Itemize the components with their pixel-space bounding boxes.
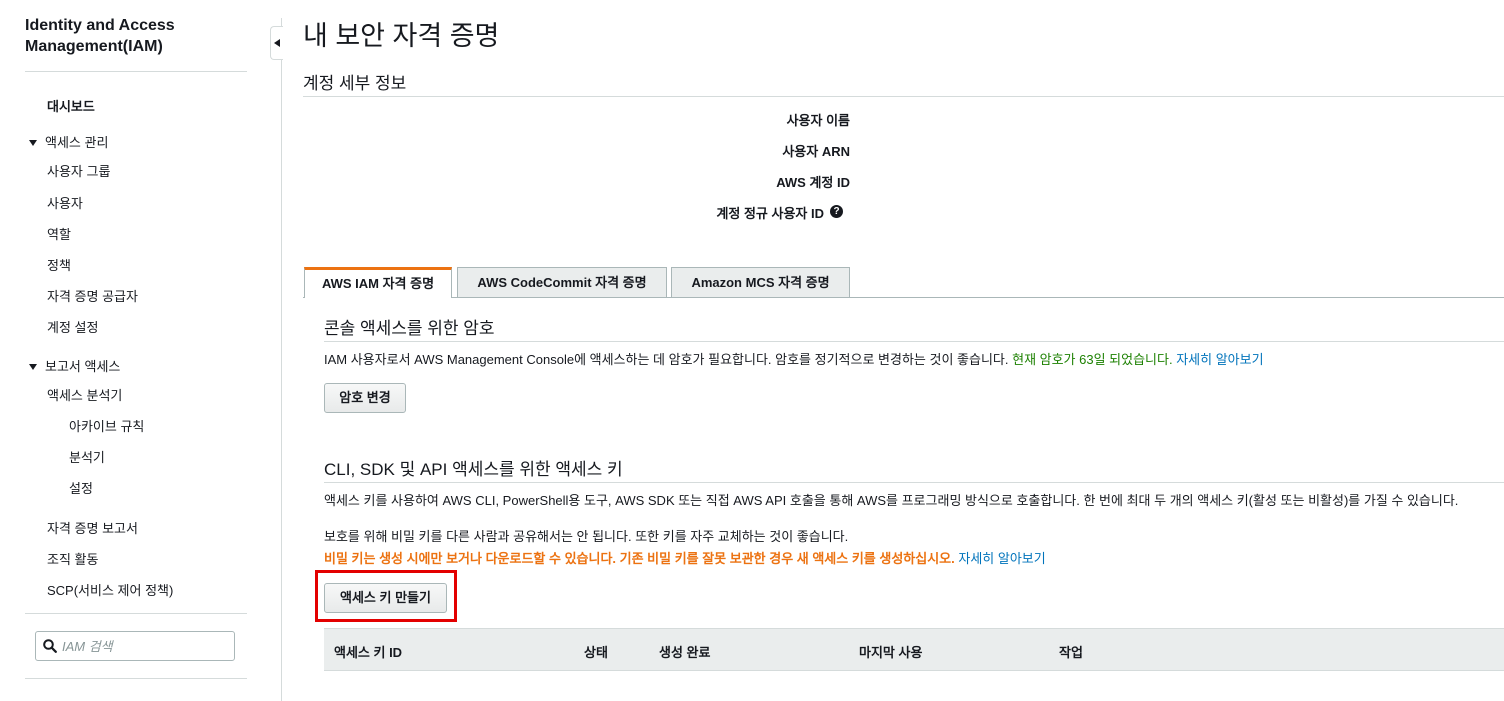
column-header-created[interactable]: 생성 완료 [659,642,710,661]
create-access-key-button[interactable]: 액세스 키 만들기 [324,583,447,613]
sidebar-item-identity-providers[interactable]: 자격 증명 공급자 [47,286,138,305]
sidebar-item-organization-activity[interactable]: 조직 활동 [47,549,98,568]
sidebar-item-user-groups[interactable]: 사용자 그룹 [47,161,110,180]
sidebar-divider [25,613,247,614]
collapse-sidebar-button[interactable] [270,26,283,60]
sidebar-divider [25,71,247,72]
column-header-status[interactable]: 상태 [584,642,608,661]
section-divider [324,482,1504,483]
learn-more-link[interactable]: 자세히 알아보기 [1176,352,1263,367]
heading-divider [303,96,1504,97]
sidebar-item-dashboard[interactable]: 대시보드 [47,96,95,115]
sidebar-group-label: 보고서 액세스 [45,359,121,374]
page-title: 내 보안 자격 증명 [303,21,500,51]
service-title-line1: Identity and Access [25,17,175,34]
sidebar-item-analyzers[interactable]: 분석기 [69,447,105,466]
caret-down-icon [29,140,37,146]
learn-more-link[interactable]: 자세히 알아보기 [958,551,1045,566]
secret-key-advice: 보호를 위해 비밀 키를 다른 사람과 공유해서는 안 됩니다. 또한 키를 자… [324,529,849,544]
sidebar: Identity and Access Management(IAM) 대시보드… [0,0,270,701]
access-keys-table-header: 액세스 키 ID 상태 생성 완료 마지막 사용 작업 [324,628,1504,671]
column-header-last-used[interactable]: 마지막 사용 [859,642,922,661]
console-password-description: IAM 사용자로서 AWS Management Console에 액세스하는 … [324,349,1264,368]
service-title[interactable]: Identity and Access Management(IAM) [25,15,175,57]
sidebar-item-roles[interactable]: 역할 [47,224,71,243]
username-label: 사용자 이름 [786,113,850,128]
tab-codecommit-credentials[interactable]: AWS CodeCommit 자격 증명 [457,267,667,297]
change-password-button[interactable]: 암호 변경 [324,383,406,413]
search-icon [43,639,57,653]
account-id-label: AWS 계정 ID [776,175,850,190]
sidebar-item-users[interactable]: 사용자 [47,193,83,212]
password-age-status: 현재 암호가 63일 되었습니다. [1012,352,1173,367]
tab-amazon-mcs-credentials[interactable]: Amazon MCS 자격 증명 [671,267,850,297]
account-details-heading: 계정 세부 정보 [303,74,407,93]
secret-key-warning: 비밀 키는 생성 시에만 보거나 다운로드할 수 있습니다. 기존 비밀 키를 … [324,551,955,566]
caret-down-icon [29,364,37,370]
column-header-actions[interactable]: 작업 [1059,642,1083,661]
service-title-line2: Management(IAM) [25,38,163,55]
console-password-text: IAM 사용자로서 AWS Management Console에 액세스하는 … [324,352,1009,367]
console-password-heading: 콘솔 액세스를 위한 암호 [324,319,495,338]
sidebar-group-access-management[interactable]: 액세스 관리 [29,132,108,151]
caret-left-icon [274,39,280,47]
sidebar-border [281,18,282,701]
sidebar-group-label: 액세스 관리 [45,135,109,150]
sidebar-divider [25,678,247,679]
sidebar-group-access-reports[interactable]: 보고서 액세스 [29,356,120,375]
sidebar-item-policies[interactable]: 정책 [47,255,71,274]
iam-search-box[interactable] [35,631,235,661]
access-keys-heading: CLI, SDK 및 API 액세스를 위한 액세스 키 [324,460,623,479]
sidebar-item-credential-report[interactable]: 자격 증명 보고서 [47,518,138,537]
help-icon[interactable]: ? [830,205,843,218]
search-input[interactable] [62,637,227,655]
sidebar-item-analyzer-settings[interactable]: 설정 [69,478,93,497]
canonical-user-id-label: 계정 정규 사용자 ID [716,206,824,221]
access-keys-description: 액세스 키를 사용하여 AWS CLI, PowerShell용 도구, AWS… [324,493,1459,508]
user-arn-label: 사용자 ARN [782,144,850,159]
sidebar-item-access-analyzer[interactable]: 액세스 분석기 [47,385,122,404]
section-divider [324,341,1504,342]
sidebar-item-scps[interactable]: SCP(서비스 제어 정책) [47,580,173,599]
secret-key-warning-line: 비밀 키는 생성 시에만 보거나 다운로드할 수 있습니다. 기존 비밀 키를 … [324,548,1046,567]
tab-aws-iam-credentials[interactable]: AWS IAM 자격 증명 [304,267,452,298]
column-header-access-key-id[interactable]: 액세스 키 ID [334,642,402,661]
sidebar-item-account-settings[interactable]: 계정 설정 [47,317,98,336]
sidebar-item-archive-rules[interactable]: 아카이브 규칙 [69,416,144,435]
